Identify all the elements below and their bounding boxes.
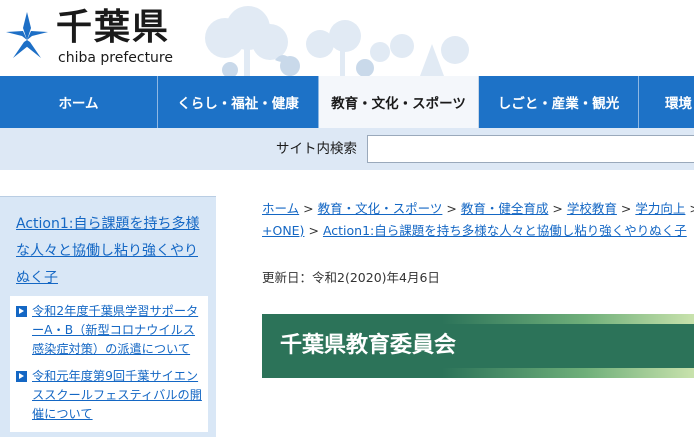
sidebar-link-science-festival[interactable]: 令和元年度第9回千葉サイエンススクールフェスティバルの開催について [32,369,202,421]
arrow-bullet-icon [16,306,27,317]
breadcrumb: ホーム>教育・文化・スポーツ>教育・健全育成>学校教育>学力向上> +ONE)>… [262,198,694,242]
breadcrumb-row: ホーム>教育・文化・スポーツ>教育・健全育成>学校教育>学力向上> [262,198,694,220]
breadcrumb-separator: > [303,201,314,216]
site-header: 千葉県 chiba prefecture [0,0,694,76]
last-updated-date: 更新日：令和2(2020)年4月6日 [262,270,440,285]
breadcrumb-plus-one[interactable]: +ONE) [262,223,304,238]
nav-item-environment[interactable]: 環境 [639,76,694,128]
sidebar-panel: Action1:自ら課題を持ち多様な人々と協働し粘り強くやりぬく子 令和2年度千… [10,207,208,432]
nav-item-home[interactable]: ホーム [0,76,158,128]
site-logo-subtitle: chiba prefecture [58,50,173,66]
arrow-bullet-icon [16,371,27,382]
sidebar-link-list: 令和2年度千葉県学習サポーターA・B（新型コロナウイルス感染症対策）の派遣につい… [10,296,208,424]
breadcrumb-education-culture-sports[interactable]: 教育・文化・スポーツ [318,201,443,216]
sidebar-heading-link[interactable]: Action1:自ら課題を持ち多様な人々と協働し粘り強くやりぬく子 [10,207,208,296]
chiba-logo-icon[interactable] [4,10,50,62]
breadcrumb-education-development[interactable]: 教育・健全育成 [461,201,549,216]
page-title-banner: 千葉県教育委員会 [262,314,694,378]
site-logo-title[interactable]: 千葉県 [56,8,170,48]
breadcrumb-academic-improvement[interactable]: 学力向上 [635,201,685,216]
breadcrumb-separator: > [308,223,319,238]
global-nav: ホーム くらし・福祉・健康 教育・文化・スポーツ しごと・産業・観光 環境 [0,76,694,128]
breadcrumb-separator: > [446,201,457,216]
breadcrumb-row: +ONE) > Action1:自ら課題を持ち多様な人々と協働し粘り強くやりぬく子 [262,220,694,242]
breadcrumb-separator: > [685,201,694,216]
breadcrumb-action1[interactable]: Action1:自ら課題を持ち多様な人々と協働し粘り強くやりぬく子 [323,223,687,238]
header-decoration-illustration [205,6,469,76]
breadcrumb-separator: > [620,201,632,216]
sidebar-list-item: 令和2年度千葉県学習サポーターA・B（新型コロナウイルス感染症対策）の派遣につい… [16,302,204,359]
site-search-bar: サイト内検索 [0,128,694,170]
breadcrumb-home[interactable]: ホーム [262,201,299,216]
sidebar-link-learning-supporter[interactable]: 令和2年度千葉県学習サポーターA・B（新型コロナウイルス感染症対策）の派遣につい… [32,304,198,356]
site-search-input[interactable] [367,135,694,163]
nav-item-living-welfare-health[interactable]: くらし・福祉・健康 [158,76,319,128]
sidebar: Action1:自ら課題を持ち多様な人々と協働し粘り強くやりぬく子 令和2年度千… [0,196,216,437]
nav-item-work-industry-tourism[interactable]: しごと・産業・観光 [479,76,639,128]
site-search-label: サイト内検索 [276,141,357,157]
breadcrumb-school-education[interactable]: 学校教育 [567,201,617,216]
breadcrumb-separator: > [552,201,563,216]
page-title: 千葉県教育委員会 [280,333,457,358]
sidebar-list-item: 令和元年度第9回千葉サイエンススクールフェスティバルの開催について [16,367,204,424]
nav-item-education-culture-sports[interactable]: 教育・文化・スポーツ [319,76,479,128]
